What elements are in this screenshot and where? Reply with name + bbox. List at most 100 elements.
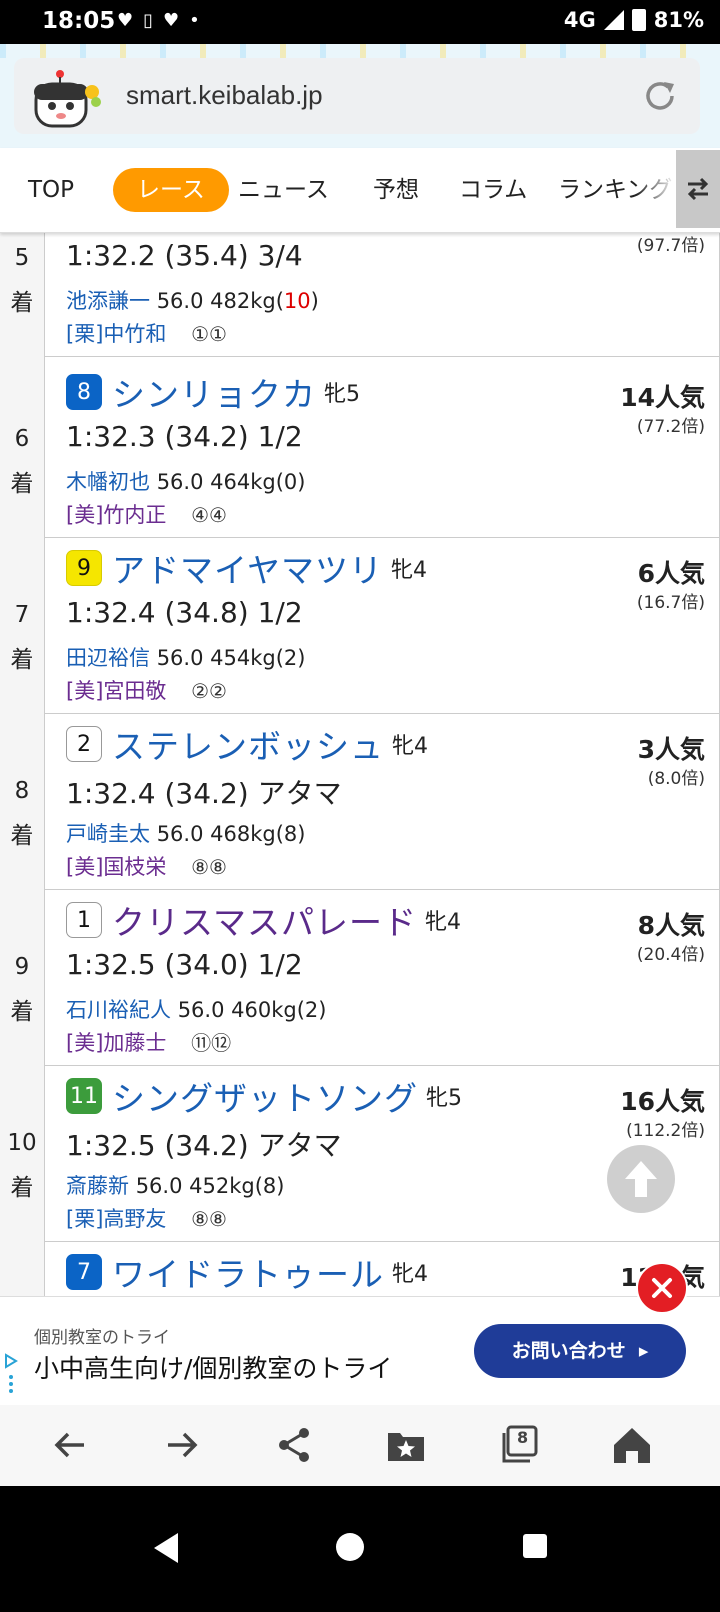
ad-close-button[interactable] [636,1262,688,1314]
system-back-icon[interactable] [150,1531,182,1565]
result-row[interactable]: 9 着 1 クリスマスパレード 牝4 1:32.5 (34.0) 1/2 石川裕… [0,884,720,1066]
status-bar: 18:05 ♥▯♥• 4G 81% [0,0,720,44]
rank-cell: 8 着 [0,708,45,889]
tabs-count: 8 [517,1428,529,1447]
tab-prediction[interactable]: 予想 [373,168,419,212]
tab-race[interactable]: レース [113,168,229,212]
rank-suffix: 着 [10,999,34,1025]
ad-banner[interactable]: 個別教室のトライ 小中高生向け/個別教室のトライ お問い合わせ ▸ [0,1296,720,1405]
result-row[interactable]: 8 着 2 ステレンボッシュ 牝4 1:32.4 (34.2) アタマ 戸崎圭太… [0,708,720,890]
site-mascot-icon [34,70,101,128]
ad-headline[interactable]: 小中高生向け/個別教室のトライ [34,1349,392,1385]
rank-number: 7 [14,602,30,628]
horse-name[interactable]: ステレンボッシュ [112,720,384,768]
jockey-line: 池添謙一 56.0 482kg(10) [66,285,319,315]
trainer-line: [栗]中竹和 ①① [66,318,227,348]
weight-info: 56.0 454kg(2) [156,646,306,670]
home-icon[interactable] [610,1423,654,1467]
site-nav: TOP レース ニュース 予想 コラム ランキング [0,148,720,233]
horse-name[interactable]: ワイドラトゥール [112,1248,384,1296]
decorative-banner [0,44,720,58]
ad-choices-icon[interactable] [4,1353,18,1393]
sex-age: 牝4 [392,1262,428,1287]
reload-icon[interactable] [642,78,678,114]
tab-column[interactable]: コラム [459,168,527,212]
network-label: 4G [563,8,596,32]
race-time: 1:32.4 (34.2) アタマ [66,777,342,810]
weight-close: ) [310,289,319,313]
odds: (16.7倍) [636,593,705,613]
rank-suffix: 着 [10,471,34,497]
jockey-name[interactable]: 戸崎圭太 [66,822,150,846]
gate-number-badge: 7 [66,1254,102,1290]
signal-icon [603,10,624,30]
result-row[interactable]: 7 着 9 アドマイヤマツリ 牝4 1:32.4 (34.8) 1/2 田辺裕信… [0,532,720,714]
tabs-button[interactable]: 8 [498,1423,542,1467]
system-home-icon[interactable] [335,1532,365,1562]
popularity: 3人気 [637,735,705,764]
race-time: 1:32.5 (34.0) 1/2 [66,948,303,981]
weight-info: 56.0 464kg(0) [156,470,306,494]
race-time: 1:32.2 (35.4) 3/4 [66,239,303,272]
rank-number: 8 [14,778,30,804]
status-notification-icons: ♥▯♥• [117,10,210,31]
address-bar[interactable]: smart.keibalab.jp [14,58,700,134]
jockey-name[interactable]: 田辺裕信 [66,646,150,670]
horse-name[interactable]: アドマイヤマツリ [112,544,383,592]
odds: (20.4倍) [636,945,705,965]
rank-cell: 9 着 [0,884,45,1065]
trainer-name[interactable]: [美]加藤士 [66,1031,166,1055]
chevron-right-icon: ▸ [632,1340,649,1362]
forward-arrow-icon[interactable] [160,1423,204,1467]
jockey-name[interactable]: 池添謙一 [66,289,150,313]
scroll-top-button[interactable] [607,1145,675,1213]
trainer-name[interactable]: [美]宮田敬 [66,679,166,703]
sex-age: 牝4 [392,734,428,759]
horse-line: 8 シンリョクカ 牝5 [66,372,360,414]
jockey-line: 戸崎圭太 56.0 468kg(8) [66,818,305,848]
trainer-name[interactable]: [栗]高野友 [66,1207,166,1231]
weight-info: 56.0 452kg(8) [135,1174,285,1198]
popularity: 6人気 [637,559,705,588]
trainer-line: [美]国枝栄 ⑧⑧ [66,851,227,881]
gate-number-badge: 9 [66,550,102,586]
nav-toggle-button[interactable] [676,150,720,228]
horse-name[interactable]: クリスマスパレード [112,896,417,944]
sex-age: 牝4 [425,910,462,935]
trainer-name[interactable]: [美]国枝栄 [66,855,166,879]
trainer-name[interactable]: [栗]中竹和 [66,322,166,346]
arrow-up-icon [625,1161,657,1197]
jockey-name[interactable]: 斎藤新 [66,1174,129,1198]
sex-age: 牝4 [391,558,428,583]
system-recents-icon[interactable] [522,1533,548,1559]
horse-name[interactable]: シンリョクカ [112,368,316,416]
rank-cell: 6 着 [0,356,45,537]
rank-cell: 10 着 [0,1060,45,1241]
tab-top[interactable]: TOP [28,168,74,212]
jockey-line: 斎藤新 56.0 452kg(8) [66,1170,284,1200]
bookmarks-icon[interactable] [384,1423,428,1467]
horse-name[interactable]: シングザットソング [112,1072,418,1120]
back-arrow-icon[interactable] [48,1423,92,1467]
tab-news[interactable]: ニュース [238,168,329,212]
browser-toolbar: 8 [0,1404,720,1487]
swap-arrows-icon [687,177,709,201]
ad-cta-button[interactable]: お問い合わせ ▸ [474,1324,686,1378]
trainer-name[interactable]: [美]竹内正 [66,503,166,527]
jockey-name[interactable]: 木幡初也 [66,470,150,494]
race-time: 1:32.5 (34.2) アタマ [66,1129,342,1162]
trainer-line: [美]加藤士 ⑪⑫ [66,1027,231,1057]
rank-number: 10 [7,1130,37,1156]
ad-cta-label: お問い合わせ [511,1340,626,1362]
battery-icon [631,9,646,31]
corner-positions: ④④ [191,503,227,527]
share-icon[interactable] [272,1423,316,1467]
jockey-line: 石川裕紀人 56.0 460kg(2) [66,994,326,1024]
nav-fade [636,148,676,232]
rank-suffix: 着 [10,1175,34,1201]
result-row[interactable]: 6 着 8 シンリョクカ 牝5 1:32.3 (34.2) 1/2 木幡初也 5… [0,356,720,538]
result-row[interactable]: 5 着 1:32.2 (35.4) 3/4 池添謙一 56.0 482kg(10… [0,232,720,357]
popularity: 8人気 [637,911,705,940]
trainer-line: [美]竹内正 ④④ [66,499,227,529]
jockey-name[interactable]: 石川裕紀人 [66,998,171,1022]
